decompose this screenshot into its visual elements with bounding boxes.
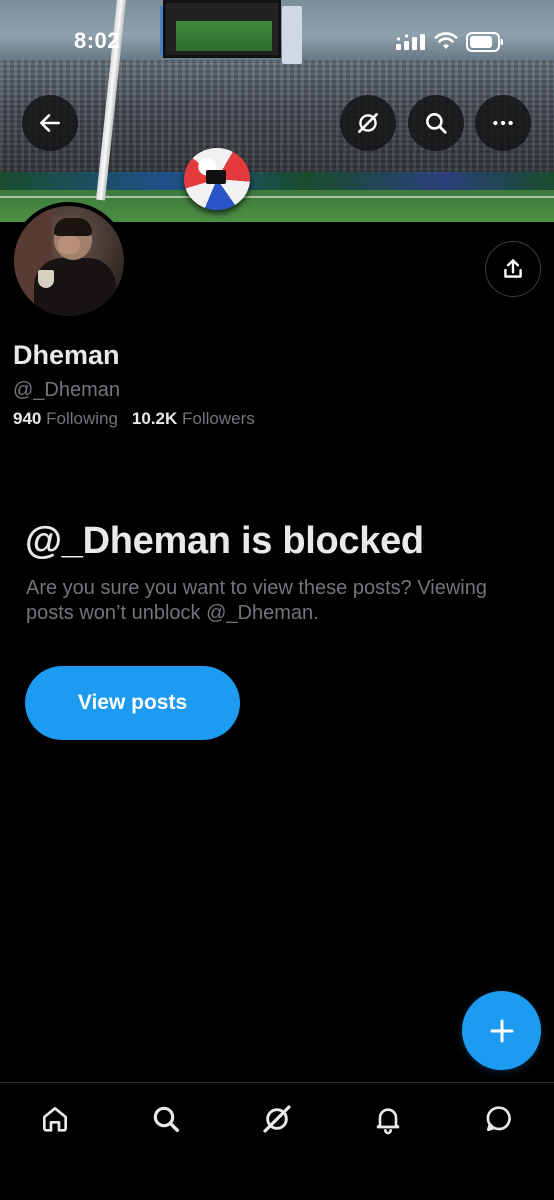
bottom-navigation: [0, 1082, 554, 1200]
status-indicators: [396, 30, 508, 54]
user-handle: @_Dheman: [13, 379, 121, 401]
blocked-title: @_Dheman is blocked: [25, 520, 424, 562]
following-label: Following: [46, 409, 118, 428]
banner-flag-right: [282, 6, 302, 64]
banner-jumbotron: [163, 0, 281, 58]
banner-pitch-line: [0, 196, 554, 198]
follow-stats: 940 Following 10.2K Followers: [13, 409, 255, 429]
followers-link[interactable]: 10.2K Followers: [132, 409, 255, 428]
following-count: 940: [13, 409, 42, 428]
blocked-description: Are you sure you want to view these post…: [26, 577, 487, 624]
nav-grok[interactable]: [257, 1099, 297, 1139]
profile-page: 8:02 Dheman @_Dheman 940 Following 10.2K…: [0, 0, 554, 1200]
grok-icon: [358, 113, 378, 133]
home-icon: [43, 1107, 67, 1132]
plus-icon: [490, 1019, 513, 1042]
notifications-icon: [376, 1108, 400, 1135]
share-button[interactable]: [485, 241, 541, 297]
grok-icon: [263, 1105, 291, 1133]
followers-label: Followers: [182, 409, 255, 428]
nav-search[interactable]: [146, 1099, 186, 1139]
more-button[interactable]: [475, 95, 531, 151]
following-link[interactable]: 940 Following: [13, 409, 118, 428]
banner-adboard: [0, 172, 554, 192]
compose-post-button[interactable]: [462, 991, 541, 1070]
share-icon: [504, 259, 522, 278]
banner-ball-logo: [206, 170, 226, 184]
nav-home[interactable]: [35, 1099, 75, 1139]
status-time: 8:02: [74, 28, 121, 53]
back-arrow-icon: [40, 114, 60, 132]
more-icon: [493, 120, 513, 126]
battery-icon: [466, 32, 503, 52]
search-icon: [153, 1106, 180, 1133]
nav-notifications[interactable]: [368, 1099, 408, 1139]
avatar[interactable]: [10, 202, 128, 320]
messages-icon: [486, 1106, 511, 1131]
banner-crowd: [0, 60, 554, 180]
back-button[interactable]: [22, 95, 78, 151]
display-name: Dheman: [13, 340, 120, 370]
search-button[interactable]: [408, 95, 464, 151]
grok-button[interactable]: [340, 95, 396, 151]
view-posts-button[interactable]: View posts: [25, 666, 240, 740]
followers-count: 10.2K: [131, 409, 178, 428]
cellular-signal-icon: [396, 34, 425, 50]
search-icon: [426, 113, 447, 134]
nav-messages[interactable]: [479, 1099, 519, 1139]
wifi-icon: [434, 32, 458, 49]
